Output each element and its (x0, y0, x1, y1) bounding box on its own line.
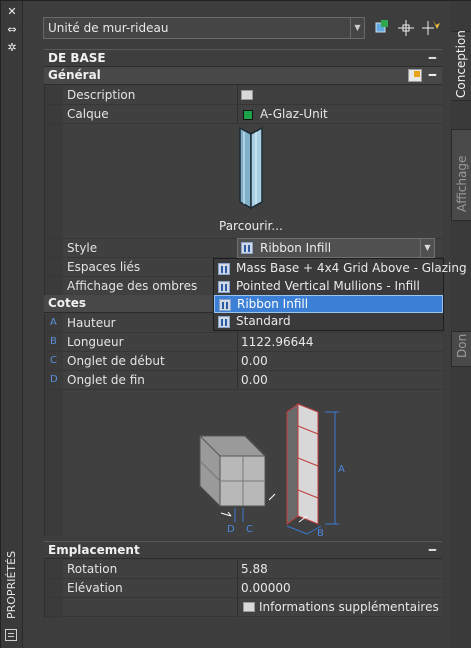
property-label: Style (67, 241, 98, 255)
property-label: Onglet de fin (67, 373, 145, 387)
tab-conception[interactable]: Conception (451, 30, 471, 101)
property-value: 5.88 (241, 562, 268, 576)
style-option-label: Standard (236, 314, 291, 328)
browse-link[interactable]: Parcourir... (219, 219, 283, 233)
property-label: Hauteur (67, 316, 116, 330)
style-option-label: Ribbon Infill (237, 297, 309, 311)
property-value: 0.00000 (241, 581, 291, 595)
style-dropdown-menu: Mass Base + 4x4 Grid Above - Glazing Poi… (213, 258, 467, 331)
extra-info-link[interactable]: Informations supplémentaires (259, 600, 439, 614)
style-option[interactable]: Standard (214, 313, 443, 331)
property-label: Elévation (67, 581, 123, 595)
dimension-letter: A (50, 317, 57, 328)
property-value: A-Glaz-Unit (260, 107, 328, 121)
palette-title: PROPRIÉTÉS (5, 550, 18, 619)
chevron-down-icon[interactable]: ▼ (420, 239, 434, 257)
properties-palette: ✕ ⇔ ✲ PROPRIÉTÉS Unité de mur-rideau ▼ D… (0, 0, 471, 648)
property-row-length[interactable]: B Longueur 1122.96644 (45, 333, 443, 352)
curtain-wall-preview (239, 126, 263, 210)
dimension-letter: C (50, 355, 57, 366)
object-type-value: Unité de mur-rideau (48, 21, 169, 35)
edit-icon[interactable] (408, 69, 422, 82)
select-objects-icon[interactable] (395, 17, 417, 39)
curtain-wall-style-icon (218, 316, 230, 328)
location-grid: Rotation 5.88 Elévation 0.00000 Informat… (44, 560, 443, 618)
layer-color-swatch (243, 110, 253, 120)
property-value: 0.00 (241, 354, 268, 368)
tab-label: Conception (454, 30, 468, 98)
curtain-wall-style-icon (218, 281, 230, 293)
property-row-extra-info[interactable]: Informations supplémentaires (45, 598, 443, 617)
autohide-icon[interactable]: ⇔ (5, 23, 19, 36)
property-row-end-miter[interactable]: D Onglet de fin 0.00 (45, 371, 443, 390)
quick-select-icon[interactable] (420, 17, 442, 39)
property-label: Calque (67, 107, 109, 121)
section-title-general: Général (48, 68, 101, 82)
property-row-description[interactable]: Description (45, 86, 443, 105)
property-label: Espaces liés (67, 260, 141, 274)
style-option[interactable]: Mass Base + 4x4 Grid Above - Glazing (214, 260, 467, 278)
tab-label: Affichage (455, 155, 469, 212)
diagram-label-c: C (246, 524, 253, 535)
collapse-icon[interactable]: ━ (429, 50, 436, 67)
property-label: Affichage des ombres (67, 279, 198, 293)
property-row-elevation[interactable]: Elévation 0.00000 (45, 579, 443, 598)
curtain-wall-style-icon (218, 263, 230, 275)
property-label: Description (67, 88, 136, 102)
style-option-selected[interactable]: Ribbon Infill (214, 295, 443, 313)
style-selected-value: Ribbon Infill (260, 241, 332, 255)
section-title-location: Emplacement (48, 543, 140, 557)
dimension-letter: D (50, 374, 58, 385)
settings-icon[interactable]: ✲ (5, 41, 19, 54)
palette-tabs: Conception Affichage Don (451, 1, 471, 648)
tab-donnees[interactable]: Don (451, 331, 471, 367)
section-header-location[interactable]: Emplacement ━ (44, 541, 442, 559)
worksheet-icon (243, 602, 255, 612)
diagram-label-a: A (338, 464, 345, 475)
property-value: 0.00 (241, 373, 268, 387)
property-value: 1122.96644 (241, 335, 314, 349)
section-title-dimensions: Cotes (48, 296, 87, 310)
style-preview-area: Parcourir... (45, 124, 443, 239)
close-icon[interactable]: ✕ (5, 5, 19, 18)
style-option[interactable]: Pointed Vertical Mullions - Infill (214, 278, 443, 296)
style-option-label: Mass Base + 4x4 Grid Above - Glazing (236, 261, 467, 275)
style-select[interactable]: Ribbon Infill ▼ (237, 238, 435, 258)
section-header-base[interactable]: DE BASE ━ (44, 49, 442, 67)
chevron-down-icon: ▼ (350, 18, 364, 38)
text-editor-icon[interactable] (241, 90, 253, 100)
tab-affichage[interactable]: Affichage (451, 129, 471, 221)
collapse-icon[interactable]: ━ (429, 542, 436, 559)
palette-title-bar: ✕ ⇔ ✲ PROPRIÉTÉS (1, 1, 23, 648)
property-row-rotation[interactable]: Rotation 5.88 (45, 560, 443, 579)
palette-menu-icon[interactable] (5, 629, 17, 641)
dimension-diagram: D C A B (199, 403, 345, 536)
section-header-general[interactable]: Général ━ (44, 67, 442, 85)
collapse-icon[interactable]: ━ (429, 67, 436, 84)
curtain-wall-style-icon (241, 242, 253, 254)
property-row-layer[interactable]: Calque A-Glaz-Unit (45, 105, 443, 124)
diagram-label-d: D (227, 524, 235, 535)
property-label: Rotation (67, 562, 118, 576)
curtain-wall-style-icon (219, 299, 231, 311)
tab-label: Don (455, 333, 469, 358)
add-to-selection-icon[interactable] (371, 17, 393, 39)
property-row-start-miter[interactable]: C Onglet de début 0.00 (45, 352, 443, 371)
property-label: Longueur (67, 335, 124, 349)
object-type-selector[interactable]: Unité de mur-rideau ▼ (43, 17, 365, 39)
style-option-label: Pointed Vertical Mullions - Infill (236, 279, 420, 293)
diagram-label-b: B (317, 528, 324, 536)
section-title-base: DE BASE (48, 51, 106, 65)
dimension-letter: B (50, 336, 57, 347)
dimensions-grid: A Hauteur B Longueur 1122.96644 C Onglet… (44, 314, 443, 536)
property-label: Onglet de début (67, 354, 165, 368)
